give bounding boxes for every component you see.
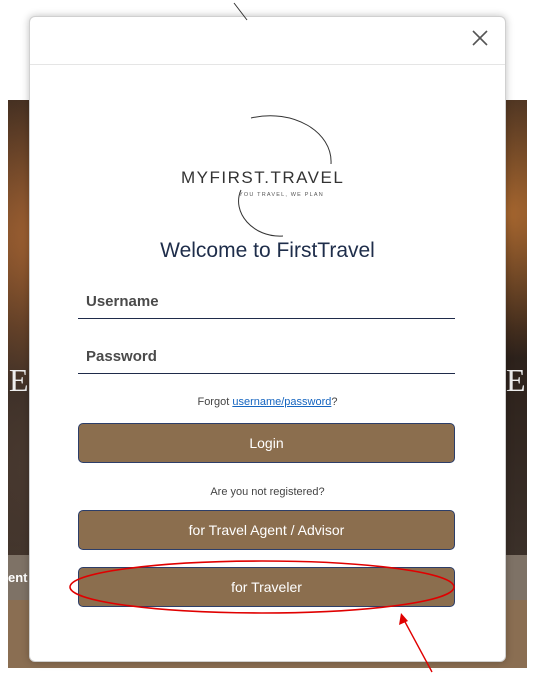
welcome-heading: Welcome to FirstTravel	[160, 239, 375, 262]
username-input[interactable]	[78, 285, 455, 319]
close-icon	[472, 30, 488, 46]
modal-header	[30, 17, 505, 65]
background-side-text: ent	[8, 570, 28, 585]
forgot-suffix: ?	[331, 396, 338, 408]
close-button[interactable]	[469, 27, 491, 49]
login-button[interactable]: Login	[78, 423, 455, 463]
register-traveler-button[interactable]: for Traveler	[78, 567, 455, 607]
logo-title: MYFIRST.TRAVEL	[181, 168, 345, 187]
background-heading-left: E	[9, 362, 29, 398]
forgot-prefix: Forgot	[197, 396, 233, 408]
background-heading-right: E	[506, 362, 526, 398]
not-registered-text: Are you not registered?	[210, 486, 325, 498]
forgot-credentials-text: Forgot username/password?	[30, 396, 505, 408]
register-agent-button[interactable]: for Travel Agent / Advisor	[78, 510, 455, 550]
logo-tagline: YOU TRAVEL, WE PLAN	[239, 192, 324, 198]
forgot-credentials-link[interactable]: username/password	[232, 396, 331, 408]
password-input[interactable]	[78, 340, 455, 374]
login-modal: MYFIRST.TRAVEL YOU TRAVEL, WE PLAN Welco…	[29, 16, 506, 662]
brand-logo: MYFIRST.TRAVEL YOU TRAVEL, WE PLAN	[173, 112, 363, 242]
